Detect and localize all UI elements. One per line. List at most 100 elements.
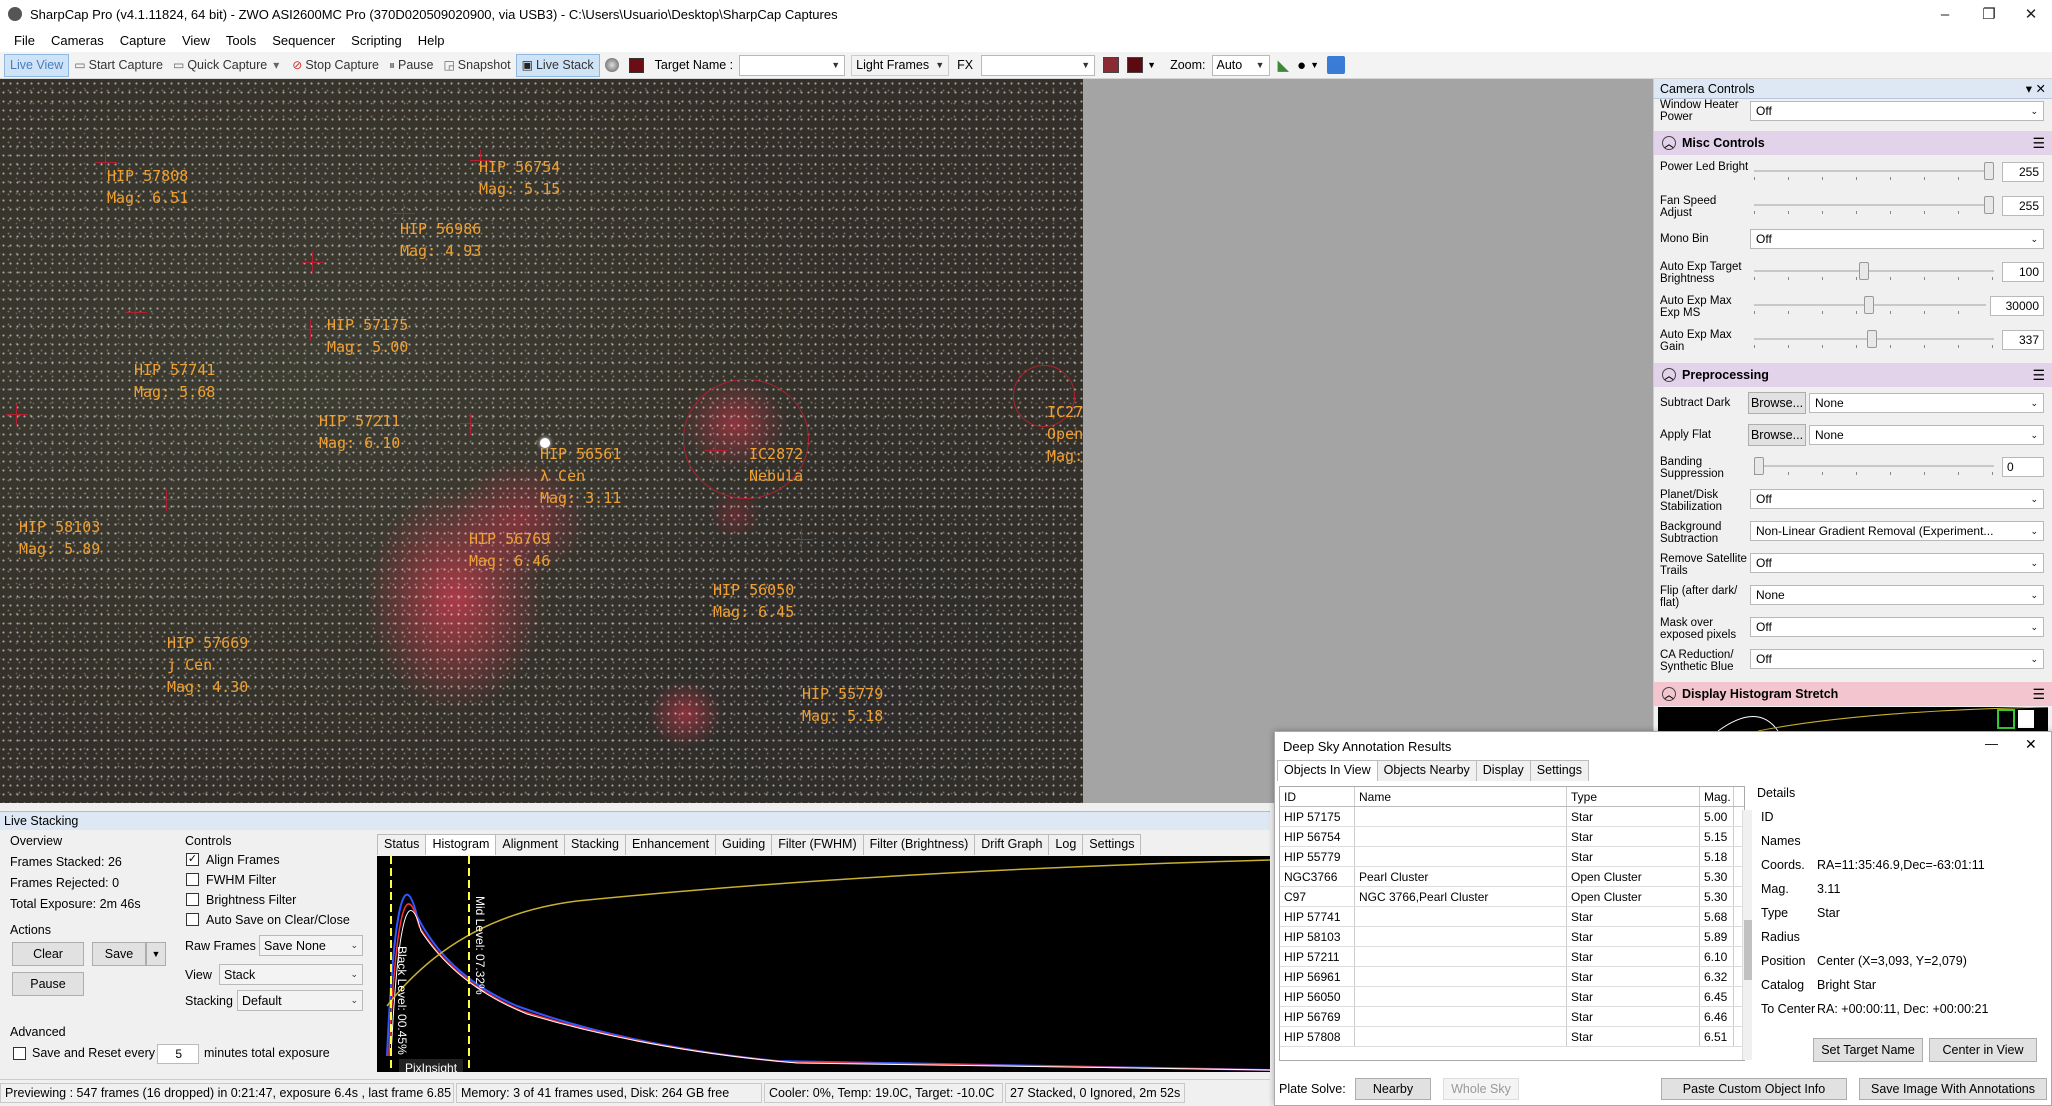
satellite-trails-combo[interactable]: Off ⌄ <box>1750 553 2044 573</box>
save-image-annotations-button[interactable]: Save Image With Annotations <box>1859 1078 2047 1100</box>
table-scrollbar[interactable] <box>1742 810 1752 1060</box>
live-stack-button[interactable]: ▣ Live Stack <box>515 53 600 77</box>
image-preview[interactable]: HIP 57808 Mag: 6.51 HIP 56754 Mag: 5.15 … <box>0 79 1083 803</box>
save-reset-checkbox[interactable] <box>13 1047 26 1060</box>
window-heater-combo[interactable]: Off ⌄ <box>1750 101 2044 121</box>
auto-exp-max-ms-slider[interactable] <box>1754 296 1986 316</box>
close-button[interactable]: ✕ <box>2008 0 2052 28</box>
apply-flat-combo[interactable]: None ⌄ <box>1809 425 2044 445</box>
tab-settings[interactable]: Settings <box>1082 834 1142 855</box>
menu-tools[interactable]: Tools <box>218 33 264 48</box>
auto-exp-max-gain-slider[interactable] <box>1754 330 1994 350</box>
fan-speed-value[interactable]: 255 <box>2002 196 2044 216</box>
mono-bin-combo[interactable]: Off ⌄ <box>1750 229 2044 249</box>
power-led-value[interactable]: 255 <box>2002 162 2044 182</box>
minimize-button[interactable]: – <box>1922 0 1968 28</box>
mask-overexposed-combo[interactable]: Off ⌄ <box>1750 617 2044 637</box>
auto-exp-target-slider[interactable] <box>1754 262 1994 282</box>
menu-help[interactable]: Help <box>410 33 453 48</box>
auto-exp-max-gain-value[interactable]: 337 <box>2002 330 2044 350</box>
menu-scripting[interactable]: Scripting <box>343 33 410 48</box>
preprocessing-section[interactable]: ︿ Preprocessing ☰ <box>1654 363 2052 387</box>
subtract-dark-combo[interactable]: None ⌄ <box>1809 393 2044 413</box>
table-row[interactable]: HIP 56961 Star 6.32 <box>1280 967 1744 987</box>
table-row[interactable]: HIP 58103 Star 5.89 <box>1280 927 1744 947</box>
tab-filter-fwhm[interactable]: Filter (FWHM) <box>771 834 864 855</box>
slider-thumb[interactable] <box>1859 262 1869 280</box>
slider-thumb[interactable] <box>1864 296 1874 314</box>
apply-flat-browse-button[interactable]: Browse... <box>1748 424 1806 446</box>
center-in-view-button[interactable]: Center in View <box>1929 1038 2037 1062</box>
menu-sequencer[interactable]: Sequencer <box>264 33 343 48</box>
chevron-down-icon[interactable]: ▼ <box>1310 60 1319 70</box>
histogram-stretch-graph[interactable] <box>1658 706 2049 731</box>
brightness-filter-checkbox[interactable] <box>186 893 199 906</box>
panel-pin-icon[interactable]: ▾ ✕ <box>2026 81 2046 96</box>
tab-drift-graph[interactable]: Drift Graph <box>974 834 1050 855</box>
pause-stacking-button[interactable]: Pause <box>12 972 84 996</box>
dsa-close-button[interactable]: ✕ <box>2025 736 2037 753</box>
hamburger-icon[interactable]: ☰ <box>2032 686 2045 703</box>
circle-tool-button[interactable] <box>600 54 624 77</box>
stacking-combo[interactable]: Default ⌄ <box>237 990 363 1011</box>
paste-custom-object-button[interactable]: Paste Custom Object Info <box>1661 1078 1847 1100</box>
nearby-button[interactable]: Nearby <box>1355 1078 1431 1100</box>
start-capture-button[interactable]: ▭ Start Capture <box>69 54 168 77</box>
subtract-dark-browse-button[interactable]: Browse... <box>1748 392 1806 414</box>
planet-disk-combo[interactable]: Off ⌄ <box>1750 489 2044 509</box>
tab-enhancement[interactable]: Enhancement <box>624 834 717 855</box>
tab-log[interactable]: Log <box>1048 834 1084 855</box>
table-row[interactable]: HIP 55779 Star 5.18 <box>1280 847 1744 867</box>
banding-slider[interactable] <box>1754 457 1994 477</box>
tab-guiding[interactable]: Guiding <box>715 834 773 855</box>
clear-button[interactable]: Clear <box>12 942 84 966</box>
target-name-combo[interactable]: ▼ <box>739 54 846 76</box>
column-header[interactable]: Mag. <box>1700 787 1734 806</box>
quick-capture-button[interactable]: ▭ Quick Capture ▾ <box>168 54 287 77</box>
pause-button[interactable]: ⏸ Pause <box>384 54 438 77</box>
zoom-combo[interactable]: Auto ▼ <box>1211 54 1270 76</box>
table-row[interactable]: NGC3766 Pearl Cluster Open Cluster 5.30 <box>1280 867 1744 887</box>
view-combo[interactable]: Stack ⌄ <box>219 964 363 985</box>
tab-display[interactable]: Display <box>1475 760 1531 781</box>
save-button[interactable]: Save <box>92 942 146 966</box>
menu-file[interactable]: File <box>6 33 43 48</box>
red-tool-button[interactable] <box>624 54 649 77</box>
slider-thumb[interactable] <box>1984 162 1994 180</box>
magnifier-icon[interactable]: ● <box>1297 57 1306 74</box>
color-swatch-icon[interactable] <box>1127 57 1144 73</box>
tab-filter-brightness[interactable]: Filter (Brightness) <box>862 834 976 855</box>
ca-reduction-combo[interactable]: Off ⌄ <box>1750 649 2044 669</box>
tab-histogram[interactable]: Histogram <box>425 834 497 855</box>
whole-sky-button[interactable]: Whole Sky <box>1443 1078 1519 1100</box>
table-row[interactable]: HIP 57175 Star 5.00 <box>1280 807 1744 827</box>
column-header[interactable]: Name <box>1355 787 1567 806</box>
column-header[interactable]: Type <box>1567 787 1700 806</box>
stack-histogram[interactable]: Black Level: 00.45% Mid Level: 07.32% Pi… <box>377 856 1270 1072</box>
tab-dsa-settings[interactable]: Settings <box>1529 760 1589 781</box>
slider-thumb[interactable] <box>1984 196 1994 214</box>
annotation-icon[interactable] <box>1327 56 1346 74</box>
raw-frames-combo[interactable]: Save None ⌄ <box>259 935 363 956</box>
table-row[interactable]: HIP 56769 Star 6.46 <box>1280 1007 1744 1027</box>
misc-controls-section[interactable]: ︿ Misc Controls ☰ <box>1654 131 2052 155</box>
fx-combo[interactable]: ▼ <box>981 54 1096 76</box>
table-row[interactable]: HIP 56050 Star 6.45 <box>1280 987 1744 1007</box>
slider-thumb[interactable] <box>1754 457 1764 475</box>
tab-alignment[interactable]: Alignment <box>495 834 565 855</box>
auto-exp-max-ms-value[interactable]: 30000 <box>1990 296 2044 316</box>
power-led-slider[interactable] <box>1754 162 1994 182</box>
dsa-minimize-button[interactable]: — <box>1985 736 1998 751</box>
frame-type-combo[interactable]: Light Frames ▼ <box>851 54 950 76</box>
stop-capture-button[interactable]: ⊘ Stop Capture <box>287 54 384 77</box>
menu-cameras[interactable]: Cameras <box>43 33 112 48</box>
scrollbar-thumb[interactable] <box>1744 920 1752 980</box>
table-row[interactable]: HIP 57211 Star 6.10 <box>1280 947 1744 967</box>
auto-exp-target-value[interactable]: 100 <box>2002 262 2044 282</box>
align-frames-checkbox[interactable]: ✓ <box>186 853 199 866</box>
table-row[interactable]: HIP 57741 Star 5.68 <box>1280 907 1744 927</box>
fan-speed-slider[interactable] <box>1754 196 1994 216</box>
minutes-stepper[interactable]: 5 <box>157 1044 199 1064</box>
menu-capture[interactable]: Capture <box>112 33 174 48</box>
table-row[interactable]: HIP 57808 Star 6.51 <box>1280 1027 1744 1047</box>
